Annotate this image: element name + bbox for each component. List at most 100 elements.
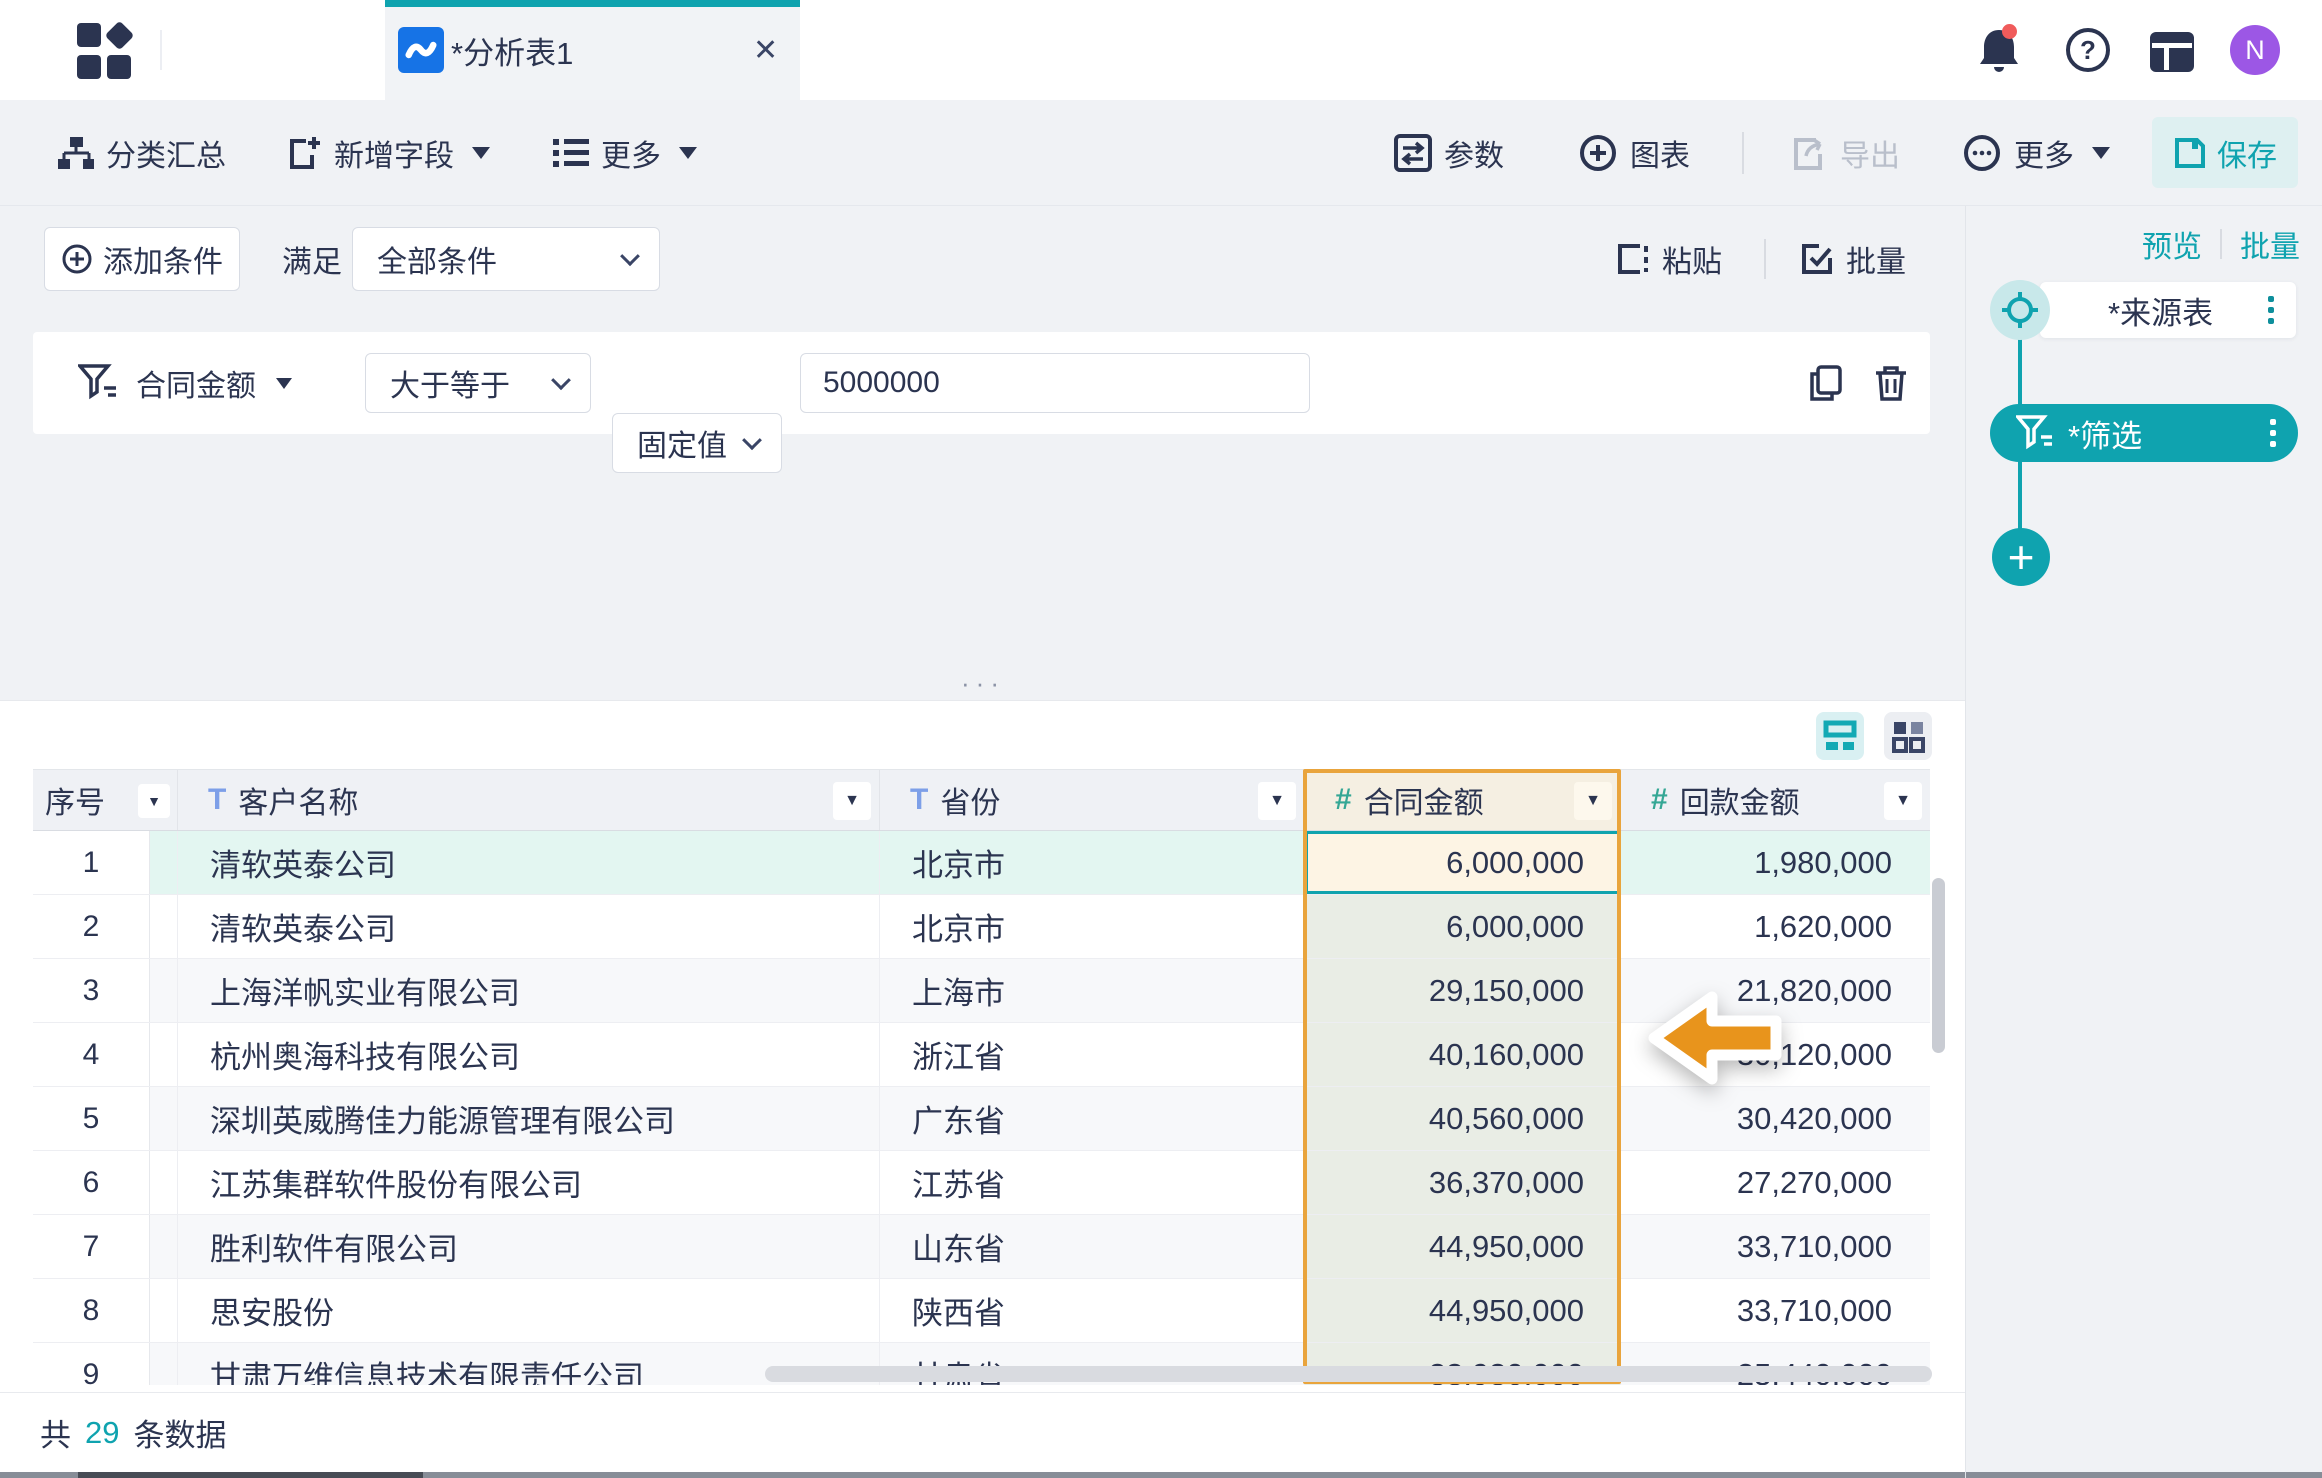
row-number[interactable]: 5 xyxy=(33,1087,150,1150)
column-dropdown-icon[interactable]: ▼ xyxy=(1884,782,1922,820)
cell-customer-name[interactable]: 清软英泰公司 xyxy=(178,895,880,959)
cell-customer-name[interactable]: 思安股份 xyxy=(178,1279,880,1343)
cell-payment-amount[interactable]: 1,980,000 xyxy=(1621,831,1930,895)
vertical-scrollbar[interactable] xyxy=(1932,878,1945,1053)
cell-province[interactable]: 江苏省 xyxy=(880,1151,1305,1215)
cell-contract-amount[interactable]: 44,950,000 xyxy=(1305,1215,1621,1279)
horizontal-scrollbar[interactable] xyxy=(765,1366,1932,1382)
condition-operator-select[interactable]: 大于等于 xyxy=(365,353,591,413)
tab-close-icon[interactable]: ✕ xyxy=(753,0,778,100)
app-logo-icon[interactable] xyxy=(74,20,136,82)
node-menu-icon[interactable] xyxy=(2268,296,2274,324)
cell-province[interactable]: 广东省 xyxy=(880,1087,1305,1151)
cell-province[interactable]: 浙江省 xyxy=(880,1023,1305,1087)
cell-province[interactable]: 陕西省 xyxy=(880,1279,1305,1343)
cell-serial[interactable]: 9 xyxy=(33,1343,178,1385)
cell-serial[interactable]: 1 xyxy=(33,831,178,895)
add-field-button[interactable]: 新增字段 xyxy=(286,100,490,206)
table-header-row: 序号 ▼ T 客户名称 ▼ T 省份 ▼ # 合同金额 ▼ # 回款金额 ▼ xyxy=(33,769,1930,831)
delete-condition-icon[interactable] xyxy=(1872,364,1910,402)
cell-contract-amount[interactable]: 6,000,000 xyxy=(1305,895,1621,959)
add-node-button[interactable]: + xyxy=(1992,528,2050,586)
workspace-layout-icon[interactable] xyxy=(2150,30,2194,74)
paste-button[interactable]: 粘贴 xyxy=(1616,227,1722,291)
cell-customer-name[interactable]: 清软英泰公司 xyxy=(178,831,880,895)
cell-customer-name[interactable]: 上海洋帆实业有限公司 xyxy=(178,959,880,1023)
cell-contract-amount[interactable]: 36,370,000 xyxy=(1305,1151,1621,1215)
condition-field-select[interactable]: 合同金额 xyxy=(136,332,256,434)
tab-analysis-sheet[interactable]: *分析表1 ✕ xyxy=(385,0,800,100)
cell-serial[interactable]: 2 xyxy=(33,895,178,959)
cell-contract-amount[interactable]: 29,150,000 xyxy=(1305,959,1621,1023)
export-button[interactable]: 导出 xyxy=(1790,100,1900,206)
cell-serial[interactable]: 3 xyxy=(33,959,178,1023)
more-left-button[interactable]: 更多 xyxy=(553,100,697,206)
column-header-payment-amount[interactable]: # 回款金额 ▼ xyxy=(1621,770,1930,830)
row-number[interactable]: 1 xyxy=(33,831,150,894)
cell-payment-amount[interactable]: 33,710,000 xyxy=(1621,1215,1930,1279)
row-number[interactable]: 9 xyxy=(33,1343,150,1385)
cell-province[interactable]: 上海市 xyxy=(880,959,1305,1023)
cell-customer-name[interactable]: 胜利软件有限公司 xyxy=(178,1215,880,1279)
column-header-customer-name[interactable]: T 客户名称 ▼ xyxy=(178,770,880,830)
more-right-button[interactable]: 更多 xyxy=(1962,100,2110,206)
help-icon[interactable]: ? xyxy=(2066,28,2110,72)
row-number[interactable]: 3 xyxy=(33,959,150,1022)
params-button[interactable]: 参数 xyxy=(1394,100,1504,206)
row-number[interactable]: 8 xyxy=(33,1279,150,1342)
user-avatar[interactable]: N xyxy=(2230,25,2280,75)
cell-customer-name[interactable]: 深圳英威腾佳力能源管理有限公司 xyxy=(178,1087,880,1151)
column-dropdown-icon[interactable]: ▼ xyxy=(833,782,871,820)
source-table-node-icon[interactable] xyxy=(1990,280,2050,340)
column-dropdown-icon[interactable]: ▼ xyxy=(138,784,170,818)
cell-payment-amount[interactable]: 30,420,000 xyxy=(1621,1087,1930,1151)
cell-province[interactable]: 山东省 xyxy=(880,1215,1305,1279)
column-header-province[interactable]: T 省份 ▼ xyxy=(880,770,1305,830)
cell-serial[interactable]: 6 xyxy=(33,1151,178,1215)
cell-serial[interactable]: 8 xyxy=(33,1279,178,1343)
table-view-toggle[interactable] xyxy=(1816,712,1864,760)
preview-link[interactable]: 预览 xyxy=(2142,222,2202,266)
cell-contract-amount[interactable]: 6,000,000 xyxy=(1305,831,1621,895)
condition-value-type-select[interactable]: 固定值 xyxy=(612,413,782,473)
panel-resize-handle[interactable]: ··· xyxy=(948,668,1018,694)
node-menu-icon[interactable] xyxy=(2270,419,2276,447)
cell-serial[interactable]: 5 xyxy=(33,1087,178,1151)
cell-contract-amount[interactable]: 40,160,000 xyxy=(1305,1023,1621,1087)
condition-value-input[interactable] xyxy=(800,353,1310,413)
add-condition-button[interactable]: 添加条件 xyxy=(44,227,240,291)
row-number[interactable]: 7 xyxy=(33,1215,150,1278)
row-number[interactable]: 6 xyxy=(33,1151,150,1214)
cell-serial[interactable]: 7 xyxy=(33,1215,178,1279)
card-view-toggle[interactable] xyxy=(1884,712,1932,760)
condition-operator-value: 大于等于 xyxy=(390,361,510,405)
row-number[interactable]: 2 xyxy=(33,895,150,958)
match-type-select[interactable]: 全部条件 xyxy=(352,227,660,291)
cell-customer-name[interactable]: 杭州奥海科技有限公司 xyxy=(178,1023,880,1087)
cell-serial[interactable]: 4 xyxy=(33,1023,178,1087)
classify-summary-button[interactable]: 分类汇总 xyxy=(58,100,226,206)
column-header-contract-amount[interactable]: # 合同金额 ▼ xyxy=(1305,770,1621,830)
cell-province[interactable]: 北京市 xyxy=(880,895,1305,959)
chart-button[interactable]: 图表 xyxy=(1578,100,1690,206)
duplicate-condition-icon[interactable] xyxy=(1806,364,1844,402)
list-icon xyxy=(553,137,589,169)
source-table-node[interactable]: *来源表 xyxy=(2040,282,2296,338)
column-header-serial[interactable]: 序号 ▼ xyxy=(33,770,178,830)
row-number[interactable]: 4 xyxy=(33,1023,150,1086)
column-dropdown-icon[interactable]: ▼ xyxy=(1574,782,1612,820)
cell-province[interactable]: 北京市 xyxy=(880,831,1305,895)
batch-button[interactable]: 批量 xyxy=(1800,227,1906,291)
pipeline-connector xyxy=(2018,339,2022,405)
cell-contract-amount[interactable]: 44,950,000 xyxy=(1305,1279,1621,1343)
column-label: 回款金额 xyxy=(1680,778,1800,822)
cell-payment-amount[interactable]: 27,270,000 xyxy=(1621,1151,1930,1215)
cell-payment-amount[interactable]: 1,620,000 xyxy=(1621,895,1930,959)
cell-customer-name[interactable]: 江苏集群软件股份有限公司 xyxy=(178,1151,880,1215)
cell-contract-amount[interactable]: 40,560,000 xyxy=(1305,1087,1621,1151)
batch-link[interactable]: 批量 xyxy=(2240,222,2300,266)
filter-node[interactable]: *筛选 xyxy=(1990,404,2298,462)
cell-payment-amount[interactable]: 33,710,000 xyxy=(1621,1279,1930,1343)
column-dropdown-icon[interactable]: ▼ xyxy=(1258,782,1296,820)
save-button[interactable]: 保存 xyxy=(2152,117,2298,188)
